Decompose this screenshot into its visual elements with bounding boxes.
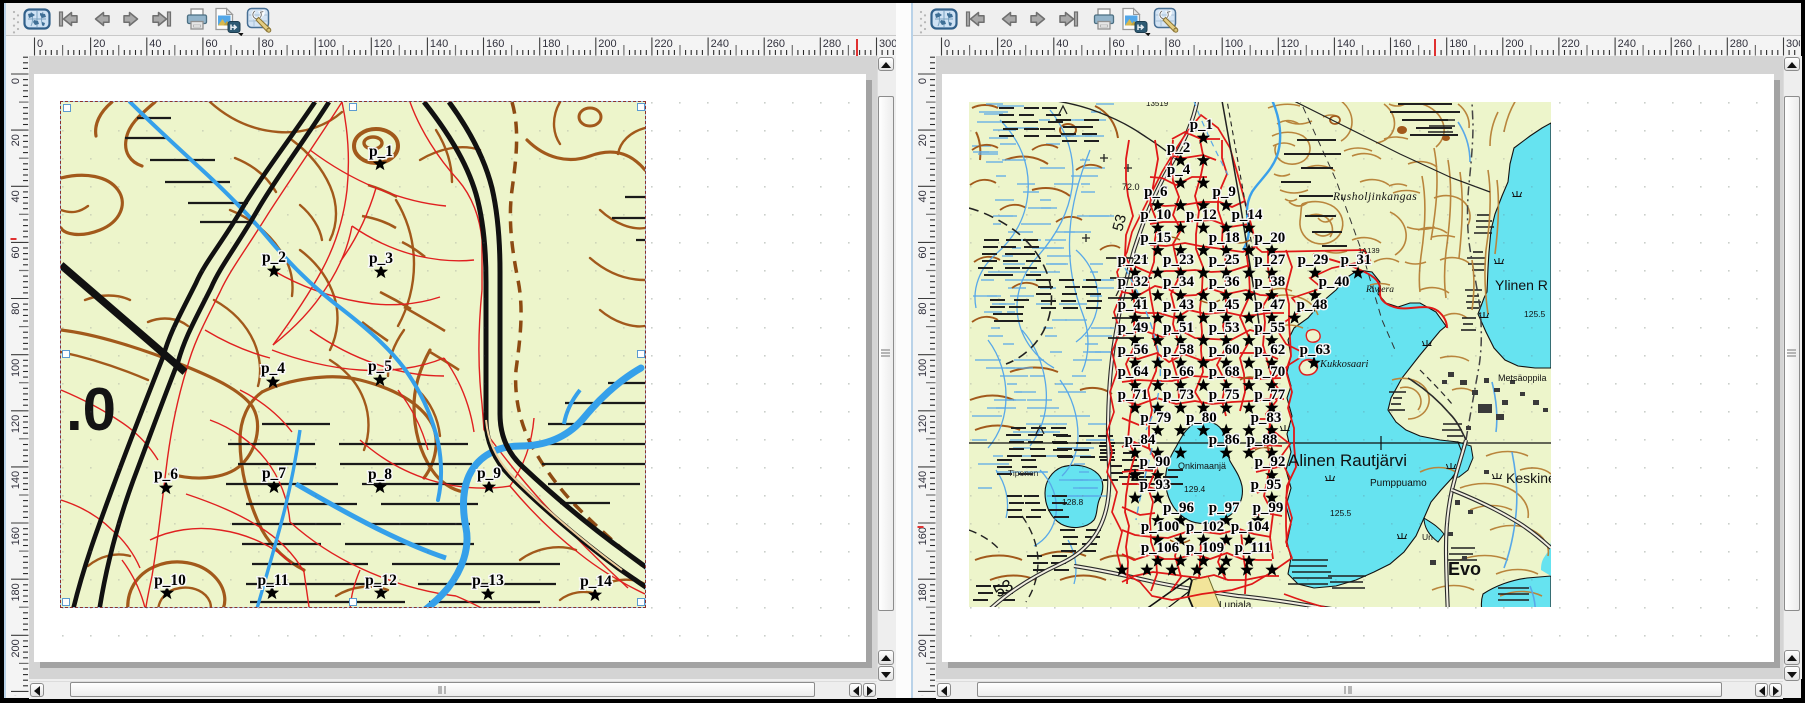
svg-text:280: 280 — [1730, 38, 1748, 50]
svg-text:100: 100 — [318, 38, 336, 50]
svg-text:140: 140 — [917, 471, 929, 489]
svg-text:20: 20 — [10, 134, 22, 146]
svg-text:100: 100 — [917, 359, 929, 377]
svg-text:80: 80 — [262, 38, 274, 50]
svg-text:200: 200 — [1505, 38, 1523, 50]
svg-text:40: 40 — [1056, 38, 1068, 50]
svg-text:140: 140 — [10, 471, 22, 489]
svg-text:80: 80 — [917, 303, 929, 315]
svg-text:0: 0 — [944, 38, 950, 50]
svg-text:140: 140 — [1337, 38, 1355, 50]
svg-text:0: 0 — [10, 78, 22, 84]
svg-text:160: 160 — [10, 527, 22, 545]
svg-text:0: 0 — [917, 78, 929, 84]
svg-text:120: 120 — [374, 38, 392, 50]
svg-text:120: 120 — [10, 415, 22, 433]
svg-text:60: 60 — [917, 246, 929, 258]
svg-text:40: 40 — [149, 38, 161, 50]
svg-text:260: 260 — [767, 38, 785, 50]
svg-text:160: 160 — [917, 527, 929, 545]
svg-text:300: 300 — [879, 38, 896, 50]
svg-text:80: 80 — [10, 303, 22, 315]
svg-text:20: 20 — [917, 134, 929, 146]
svg-text:20: 20 — [93, 38, 105, 50]
svg-text:80: 80 — [1169, 38, 1181, 50]
svg-text:300: 300 — [1786, 38, 1800, 50]
svg-text:160: 160 — [486, 38, 504, 50]
svg-text:180: 180 — [917, 583, 929, 601]
svg-text:160: 160 — [1393, 38, 1411, 50]
svg-text:260: 260 — [1674, 38, 1692, 50]
svg-text:40: 40 — [917, 190, 929, 202]
svg-text:200: 200 — [598, 38, 616, 50]
svg-text:200: 200 — [917, 639, 929, 657]
svg-text:180: 180 — [1449, 38, 1467, 50]
svg-text:240: 240 — [1618, 38, 1636, 50]
svg-text:220: 220 — [10, 695, 22, 696]
svg-text:220: 220 — [917, 695, 929, 696]
svg-text:220: 220 — [1561, 38, 1579, 50]
svg-text:240: 240 — [711, 38, 729, 50]
svg-text:60: 60 — [205, 38, 217, 50]
svg-text:40: 40 — [10, 190, 22, 202]
svg-text:140: 140 — [430, 38, 448, 50]
svg-text:180: 180 — [10, 583, 22, 601]
svg-text:100: 100 — [10, 359, 22, 377]
svg-text:60: 60 — [1112, 38, 1124, 50]
svg-text:120: 120 — [917, 415, 929, 433]
svg-text:220: 220 — [654, 38, 672, 50]
svg-text:0: 0 — [37, 38, 43, 50]
svg-text:180: 180 — [542, 38, 560, 50]
svg-text:100: 100 — [1225, 38, 1243, 50]
svg-text:120: 120 — [1281, 38, 1299, 50]
svg-text:200: 200 — [10, 639, 22, 657]
svg-text:20: 20 — [1000, 38, 1012, 50]
svg-text:60: 60 — [10, 246, 22, 258]
svg-text:280: 280 — [823, 38, 841, 50]
